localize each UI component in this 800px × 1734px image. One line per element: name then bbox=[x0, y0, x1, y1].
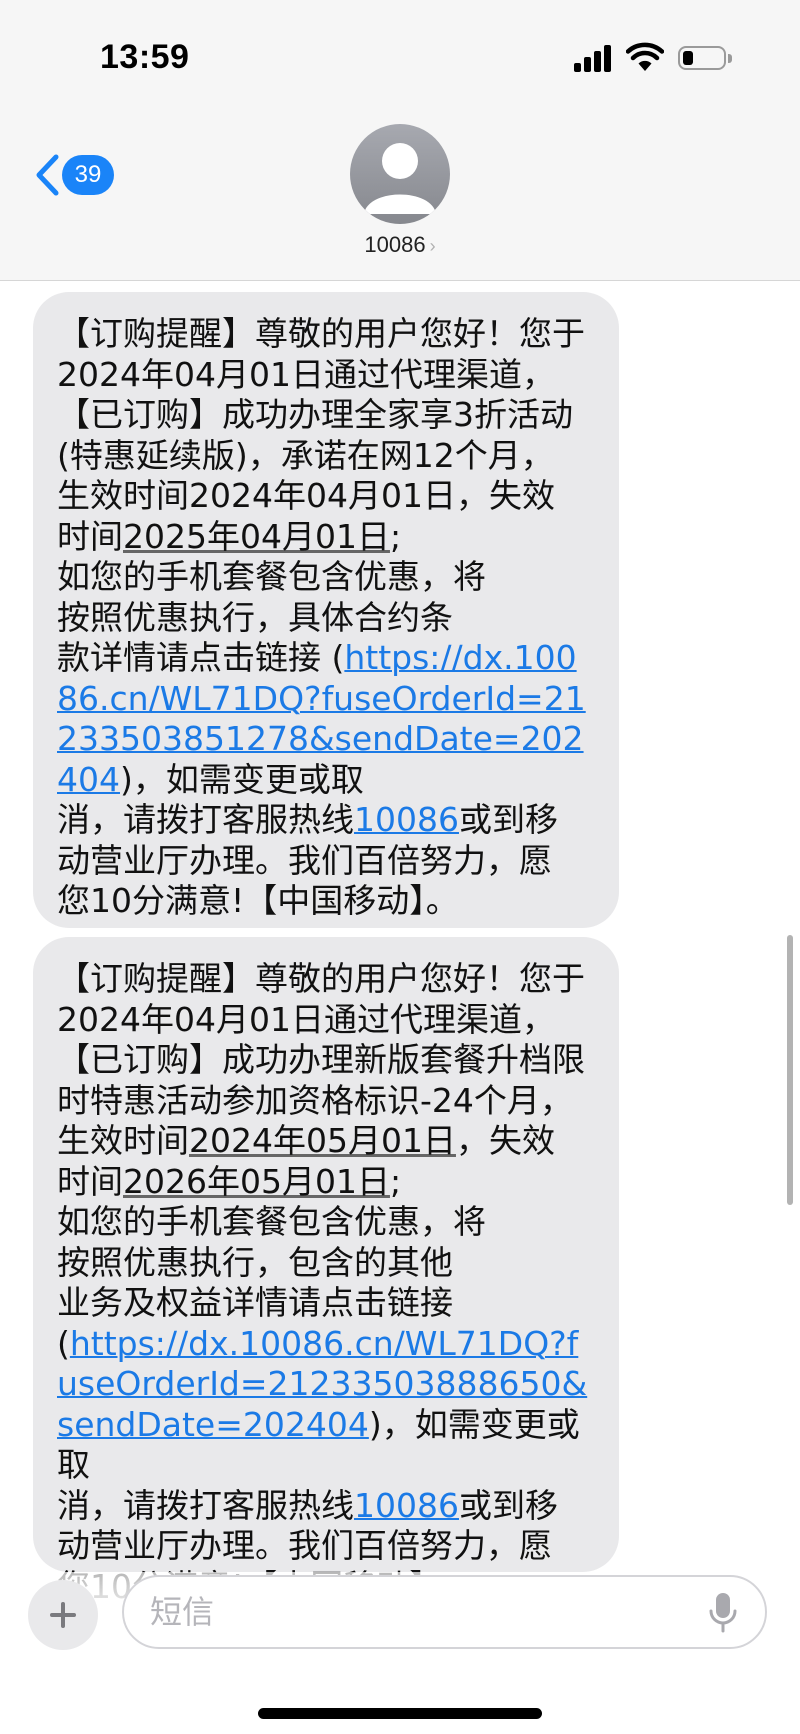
battery-icon bbox=[678, 46, 732, 70]
phone-link[interactable]: 10086 bbox=[354, 1486, 459, 1525]
phone-link[interactable]: 10086 bbox=[354, 800, 459, 839]
unread-count-badge: 39 bbox=[62, 155, 114, 195]
conversation-header: 13:59 39 10086 › bbox=[0, 0, 800, 281]
contact-name-button[interactable]: 10086 › bbox=[0, 232, 800, 258]
chevron-right-icon: › bbox=[429, 236, 436, 256]
message-input[interactable] bbox=[122, 1575, 767, 1649]
home-indicator bbox=[258, 1708, 542, 1719]
person-icon bbox=[364, 143, 436, 214]
message-bubble[interactable]: 【订购提醒】尊敬的用户您好！您于 2024年04月01日通过代理渠道， 【已订购… bbox=[33, 292, 619, 928]
date-link[interactable]: 2024年05月01日 bbox=[189, 1121, 456, 1160]
status-time: 13:59 bbox=[100, 38, 190, 76]
date-link[interactable]: 2025年04月01日 bbox=[123, 517, 390, 556]
apps-plus-button[interactable] bbox=[28, 1580, 98, 1650]
microphone-icon[interactable] bbox=[708, 1592, 738, 1634]
contact-avatar[interactable] bbox=[350, 124, 450, 224]
message-bubble[interactable]: 【订购提醒】尊敬的用户您好！您于 2024年04月01日通过代理渠道， 【已订购… bbox=[33, 937, 619, 1606]
wifi-icon bbox=[626, 42, 664, 71]
date-link[interactable]: 2026年05月01日 bbox=[123, 1162, 390, 1201]
chevron-left-icon bbox=[36, 154, 59, 196]
cellular-signal-icon bbox=[574, 44, 614, 72]
contact-name: 10086 bbox=[364, 232, 426, 257]
scrollbar[interactable] bbox=[787, 935, 793, 1205]
back-button[interactable]: 39 bbox=[30, 150, 120, 200]
